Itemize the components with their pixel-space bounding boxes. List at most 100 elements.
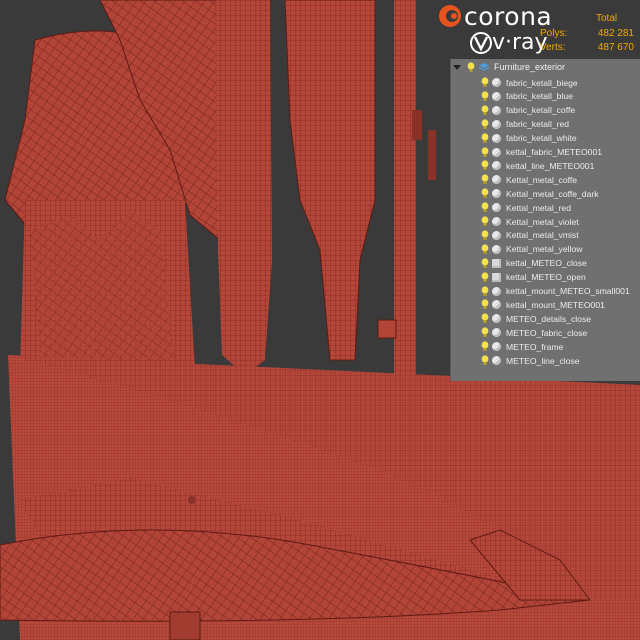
outliner-item[interactable]: kettal_mount_METEO_small001 [481,285,630,298]
outliner-item-label: fabric_ketall_white [506,133,577,144]
lightbulb-icon[interactable] [481,146,489,158]
outliner-item-label: Kettal_metal_red [506,202,571,213]
outliner-item[interactable]: fabric_ketall_coffe [481,104,575,117]
geometry-object-icon [492,105,501,115]
lightbulb-icon[interactable] [481,119,489,130]
geometry-object-icon [492,328,501,338]
outliner-item-label: METEO_line_close [506,355,580,366]
umbrella-pole [394,0,416,380]
outliner-item-label: Kettal_metal_violet [506,216,579,227]
stats-polys-label: Polys: [540,27,568,39]
outliner-item[interactable]: fabric_ketall_biege [481,76,578,89]
geometry-object-icon [492,342,501,352]
outliner-item-label: METEO_fabric_close [506,327,588,338]
lightbulb-icon[interactable] [481,341,489,352]
lightbulb-icon[interactable] [481,271,489,283]
outliner-item-label: kettal_METEO_open [506,272,586,283]
outliner-item[interactable]: Kettal_metal_coffe [481,173,577,186]
layer-stack-icon [478,62,490,71]
outliner-item[interactable]: Kettal_metal_vmist [481,229,579,242]
outliner-item-label: kettal_mount_METEO001 [506,299,605,310]
stats-verts-value: 487 670 [597,42,634,53]
lightbulb-icon[interactable] [481,132,489,144]
geometry-object-icon [492,119,501,129]
geometry-object-icon [492,314,501,324]
outliner-item-label: kettal_mount_METEO_small001 [506,286,630,296]
outliner-item[interactable]: METEO_line_close [481,354,580,367]
outliner-item[interactable]: Kettal_metal_coffe_dark [481,187,599,200]
outliner-item-label: fabric_ketall_coffe [506,105,576,116]
stats-total-label: Total [596,13,618,24]
outliner-item[interactable]: fabric_ketall_blue [481,90,573,103]
open-umbrella-canopy [0,355,640,640]
outliner-item[interactable]: kettal_METEO_close [481,257,587,270]
outliner-item-label: kettal_METEO_close [506,258,587,269]
outliner-item-label: Kettal_metal_coffe_dark [506,188,599,199]
stats-polys-value: 482 281 [597,27,634,39]
lightbulb-icon[interactable] [481,188,489,199]
outliner-item[interactable]: fabric_ketall_red [481,118,569,131]
lightbulb-icon[interactable] [481,355,489,366]
lightbulb-icon[interactable] [481,258,489,269]
geometry-object-icon [492,300,501,310]
geometry-object-icon [492,203,501,213]
lightbulb-icon[interactable] [481,230,489,241]
lightbulb-icon[interactable] [481,244,489,255]
outliner-item[interactable]: Kettal_metal_yellow [481,243,582,256]
geometry-object-icon [492,217,501,226]
geometry-object-icon [492,189,501,199]
geometry-object-icon [492,133,501,143]
outliner-item-label: kettal_line_METEO001 [506,160,595,171]
corona-brand-text: corona [464,2,553,31]
outliner-item-label: METEO_frame [506,341,564,352]
outliner-root-layer[interactable]: Furniture_exterior [453,60,565,74]
outliner-item[interactable]: METEO_details_close [481,312,591,325]
outliner-item-label: fabric_ketall_red [506,119,570,130]
lightbulb-icon[interactable] [481,77,489,88]
geometry-object-icon [492,78,501,87]
lightbulb-icon[interactable] [481,105,489,116]
geometry-object-icon [492,286,501,296]
poly-stats-panel: Total Polys: 482 281 Verts: 487 670 [540,12,634,56]
outliner-item[interactable]: kettal_METEO_open [481,271,586,284]
geometry-object-icon [492,230,501,240]
group-object-icon [492,272,501,282]
lightbulb-icon[interactable] [481,299,489,310]
corona-logo-icon [439,5,461,27]
outliner-item-label: Kettal_metal_yellow [506,244,583,255]
outliner-item[interactable]: Kettal_metal_violet [481,215,579,228]
outliner-item[interactable]: fabric_ketall_white [481,132,577,145]
outliner-item-label: fabric_ketall_blue [506,91,573,102]
lightbulb-icon[interactable] [467,61,475,73]
geometry-object-icon [492,91,501,101]
lightbulb-icon[interactable] [481,202,489,213]
outliner-item-label: fabric_ketall_biege [506,77,578,88]
scene-outliner[interactable]: Furniture_exterior fabric_ketall_biegefa… [450,59,640,381]
group-object-icon [492,258,501,268]
geometry-object-icon [492,356,501,365]
outliner-item[interactable]: kettal_mount_METEO001 [481,298,605,311]
geometry-object-icon [492,244,501,254]
lightbulb-icon[interactable] [481,174,489,185]
geometry-object-icon [492,161,501,171]
lightbulb-icon[interactable] [481,160,489,171]
outliner-root-label: Furniture_exterior [494,62,566,72]
stats-verts-label: Verts: [540,42,566,53]
geometry-object-icon [492,147,501,157]
lightbulb-icon[interactable] [481,285,489,297]
collapse-arrow-icon[interactable] [453,64,461,70]
geometry-object-icon [492,175,501,185]
lightbulb-icon[interactable] [481,313,489,324]
lightbulb-icon[interactable] [481,327,489,338]
outliner-item-label: METEO_details_close [506,313,592,324]
lightbulb-icon[interactable] [481,91,489,102]
outliner-item-label: Kettal_metal_vmist [506,230,579,241]
outliner-item[interactable]: kettal_line_METEO001 [481,159,594,172]
outliner-item-label: kettal_fabric_METEO001 [506,147,603,157]
outliner-item[interactable]: Kettal_metal_red [481,201,571,214]
outliner-item[interactable]: kettal_fabric_METEO001 [481,146,602,159]
outliner-item[interactable]: METEO_fabric_close [481,326,587,339]
outliner-item-label: Kettal_metal_coffe [506,174,578,185]
outliner-item[interactable]: METEO_frame [481,340,563,353]
lightbulb-icon[interactable] [481,216,489,227]
